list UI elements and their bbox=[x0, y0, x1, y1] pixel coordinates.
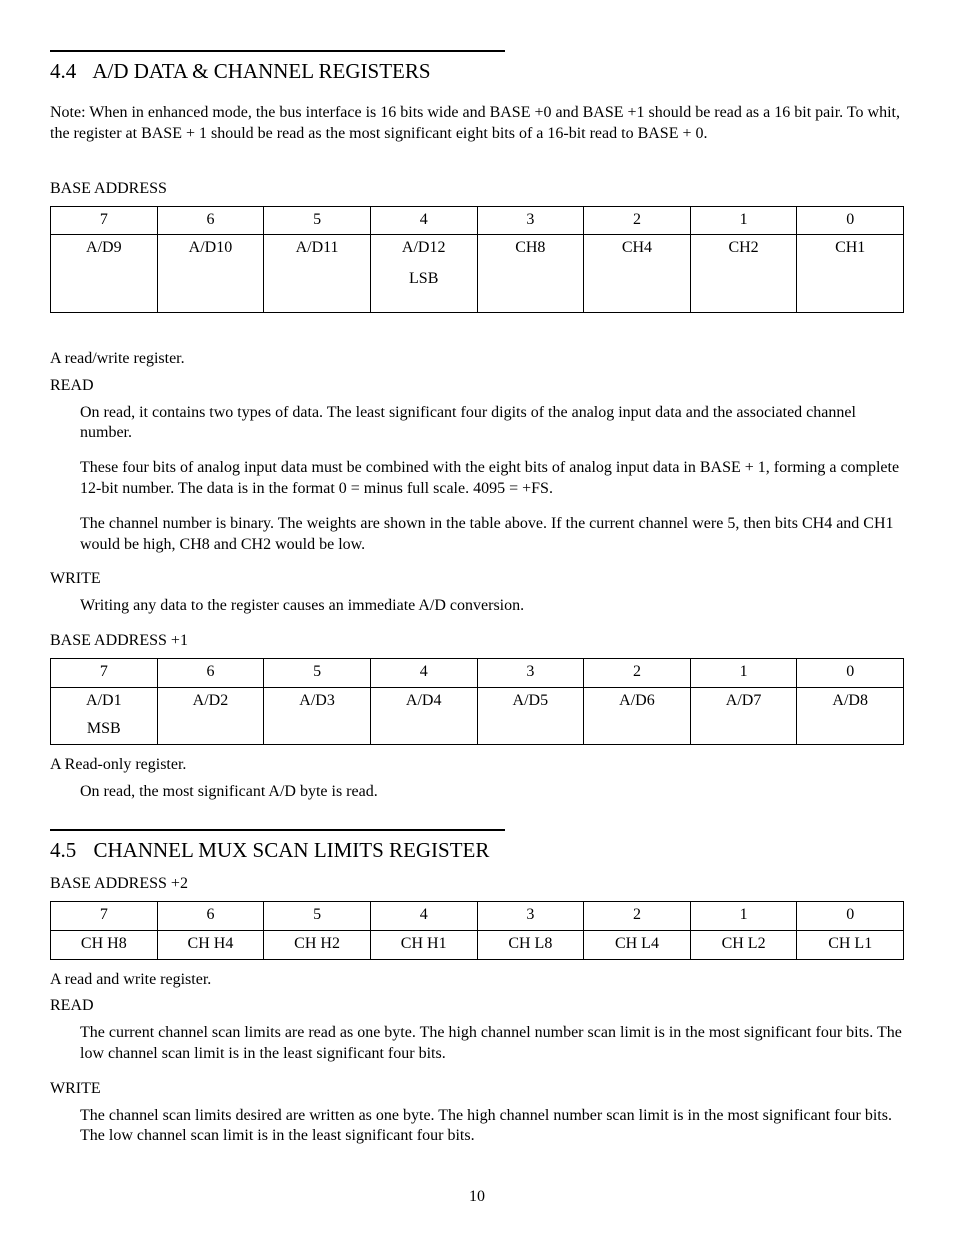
bit-val: A/D5 bbox=[513, 692, 549, 709]
bit-cell: A/D9 bbox=[51, 235, 158, 313]
section-heading: CHANNEL MUX SCAN LIMITS REGISTER bbox=[94, 838, 490, 862]
bit-header: 1 bbox=[690, 206, 797, 235]
bit-val: A/D11 bbox=[296, 239, 339, 256]
section-number: 4.4 bbox=[50, 58, 76, 85]
bit-header: 0 bbox=[797, 206, 904, 235]
bit-cell: CH1 bbox=[797, 235, 904, 313]
bit-val: A/D2 bbox=[193, 692, 229, 709]
rw-desc-45: A read and write register. bbox=[50, 970, 904, 991]
bit-cell: CH H2 bbox=[264, 930, 371, 959]
bit-header: 2 bbox=[584, 658, 691, 687]
bit-cell: A/D1 MSB bbox=[51, 687, 158, 745]
bit-cell: A/D3 bbox=[264, 687, 371, 745]
bit-cell: CH L2 bbox=[690, 930, 797, 959]
write-label: WRITE bbox=[50, 569, 904, 590]
bit-cell: A/D10 bbox=[157, 235, 264, 313]
bit-val: A/D1 bbox=[86, 692, 122, 709]
ro-desc: A Read-only register. bbox=[50, 755, 904, 776]
read-para: The channel number is binary. The weight… bbox=[80, 514, 904, 556]
base1-label: BASE ADDRESS +1 bbox=[50, 631, 904, 652]
bit-cell: CH L4 bbox=[584, 930, 691, 959]
bit-val: A/D6 bbox=[619, 692, 655, 709]
page-number: 10 bbox=[50, 1187, 904, 1208]
bit-cell: CH8 bbox=[477, 235, 584, 313]
bit-cell: CH L8 bbox=[477, 930, 584, 959]
bit-cell: A/D2 bbox=[157, 687, 264, 745]
bit-extra: LSB bbox=[375, 269, 473, 290]
bit-val: A/D12 bbox=[402, 239, 446, 256]
bit-cell: A/D11 bbox=[264, 235, 371, 313]
rw-desc: A read/write register. bbox=[50, 349, 904, 370]
bit-cell: A/D8 bbox=[797, 687, 904, 745]
bit-header: 1 bbox=[690, 658, 797, 687]
section-rule bbox=[50, 829, 505, 831]
bit-header: 6 bbox=[157, 658, 264, 687]
bit-header: 6 bbox=[157, 206, 264, 235]
bit-val: A/D3 bbox=[299, 692, 335, 709]
bit-header: 7 bbox=[51, 658, 158, 687]
bit-val: CH2 bbox=[728, 239, 758, 256]
bit-header: 0 bbox=[797, 901, 904, 930]
bit-header: 4 bbox=[370, 901, 477, 930]
bit-header: 3 bbox=[477, 206, 584, 235]
bit-header: 5 bbox=[264, 206, 371, 235]
bit-val: A/D8 bbox=[832, 692, 868, 709]
read-para: On read, it contains two types of data. … bbox=[80, 403, 904, 445]
section-heading: A/D DATA & CHANNEL REGISTERS bbox=[92, 59, 430, 83]
note-paragraph: Note: When in enhanced mode, the bus int… bbox=[50, 103, 904, 145]
bit-val: CH4 bbox=[622, 239, 652, 256]
bit-cell: CH H8 bbox=[51, 930, 158, 959]
write-para-45: The channel scan limits desired are writ… bbox=[80, 1106, 904, 1148]
bit-val: A/D10 bbox=[189, 239, 233, 256]
bit-cell: CH H1 bbox=[370, 930, 477, 959]
bit-cell: A/D12 LSB bbox=[370, 235, 477, 313]
bit-header: 4 bbox=[370, 658, 477, 687]
bit-val: CH8 bbox=[515, 239, 545, 256]
bit-cell: A/D5 bbox=[477, 687, 584, 745]
bit-header: 3 bbox=[477, 658, 584, 687]
bit-header: 7 bbox=[51, 206, 158, 235]
ro-read: On read, the most significant A/D byte i… bbox=[80, 782, 904, 803]
bit-header: 6 bbox=[157, 901, 264, 930]
base1-table: 7 6 5 4 3 2 1 0 A/D1 MSB A/D2 A/D3 A/D4 … bbox=[50, 658, 904, 745]
bit-cell: CH4 bbox=[584, 235, 691, 313]
write-label-45: WRITE bbox=[50, 1079, 904, 1100]
bit-header: 0 bbox=[797, 658, 904, 687]
section-number: 4.5 bbox=[50, 837, 76, 864]
bit-val: A/D4 bbox=[406, 692, 442, 709]
read-label-45: READ bbox=[50, 996, 904, 1017]
bit-val: A/D7 bbox=[726, 692, 762, 709]
bit-val: CH1 bbox=[835, 239, 865, 256]
bit-header: 7 bbox=[51, 901, 158, 930]
read-para: These four bits of analog input data mus… bbox=[80, 458, 904, 500]
bit-cell: CH H4 bbox=[157, 930, 264, 959]
section-4-4-title: 4.4 A/D DATA & CHANNEL REGISTERS bbox=[50, 58, 904, 85]
bit-header: 5 bbox=[264, 658, 371, 687]
read-label: READ bbox=[50, 376, 904, 397]
base2-table: 7 6 5 4 3 2 1 0 CH H8 CH H4 CH H2 CH H1 … bbox=[50, 901, 904, 960]
bit-cell: CH2 bbox=[690, 235, 797, 313]
bit-header: 3 bbox=[477, 901, 584, 930]
bit-cell: CH L1 bbox=[797, 930, 904, 959]
bit-header: 5 bbox=[264, 901, 371, 930]
bit-val: A/D9 bbox=[86, 239, 122, 256]
bit-header: 2 bbox=[584, 901, 691, 930]
read-para-45: The current channel scan limits are read… bbox=[80, 1023, 904, 1065]
base2-label: BASE ADDRESS +2 bbox=[50, 874, 904, 895]
bit-header: 2 bbox=[584, 206, 691, 235]
base-address-label: BASE ADDRESS bbox=[50, 179, 904, 200]
write-para: Writing any data to the register causes … bbox=[80, 596, 904, 617]
bit-cell: A/D6 bbox=[584, 687, 691, 745]
bit-cell: A/D4 bbox=[370, 687, 477, 745]
bit-extra: MSB bbox=[55, 719, 153, 740]
section-4-5-title: 4.5 CHANNEL MUX SCAN LIMITS REGISTER bbox=[50, 837, 904, 864]
base-address-table: 7 6 5 4 3 2 1 0 A/D9 A/D10 A/D11 A/D12 L… bbox=[50, 206, 904, 313]
section-rule bbox=[50, 50, 505, 52]
bit-header: 1 bbox=[690, 901, 797, 930]
bit-cell: A/D7 bbox=[690, 687, 797, 745]
bit-header: 4 bbox=[370, 206, 477, 235]
